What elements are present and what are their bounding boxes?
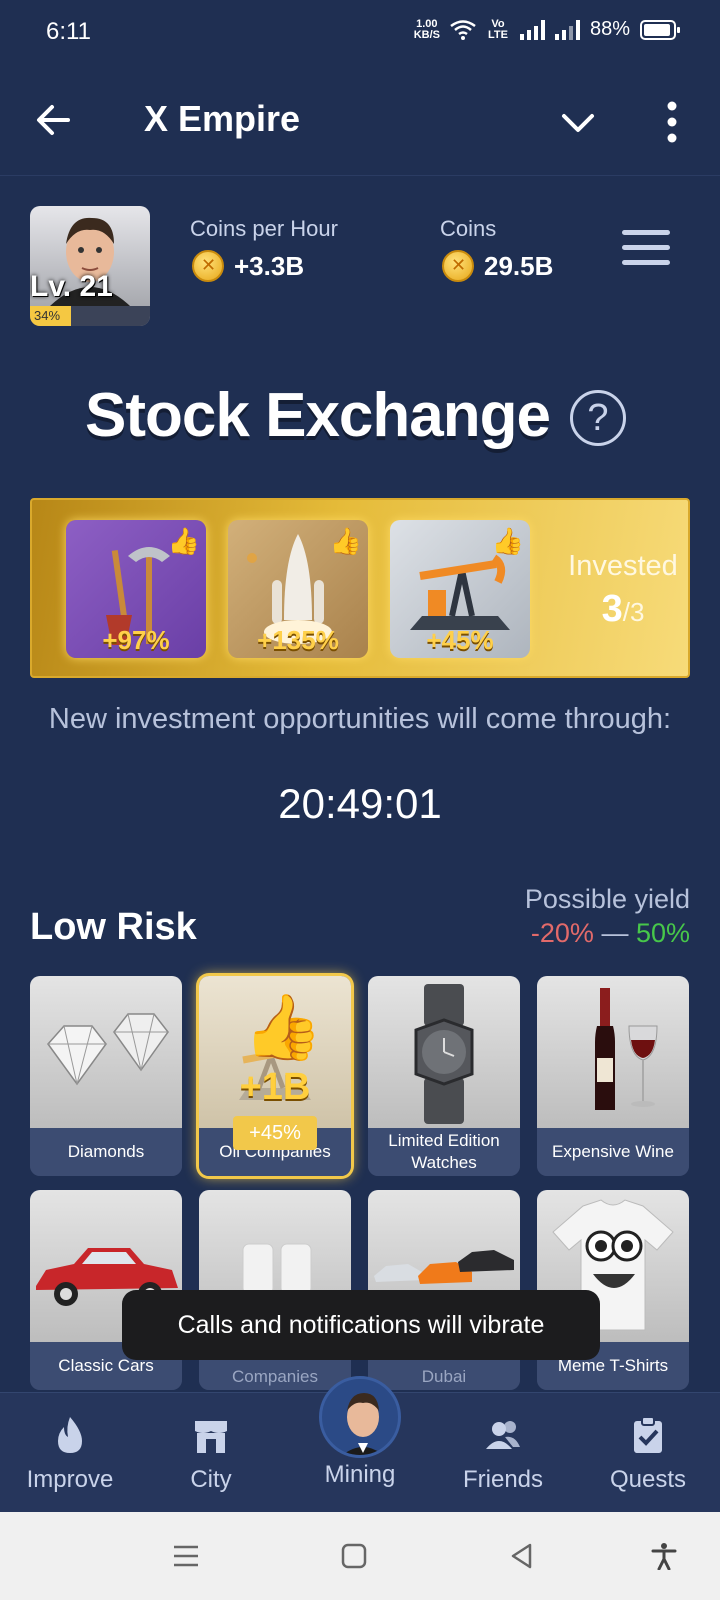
toast-message: Calls and notifications will vibrate xyxy=(122,1290,600,1360)
coins-per-hour-label: Coins per Hour xyxy=(190,216,338,241)
friends-icon xyxy=(486,1421,520,1449)
help-icon[interactable]: ? xyxy=(570,390,626,446)
invested-slot-tools[interactable]: 👍 +97% xyxy=(66,520,206,658)
app-bar: X Empire xyxy=(0,64,720,176)
hamburger-menu-icon[interactable] xyxy=(622,230,670,270)
yield-range: -20% — 50% xyxy=(530,918,690,948)
coin-icon xyxy=(442,250,474,282)
watch-icon xyxy=(414,984,474,1124)
player-level: Lv. 21 xyxy=(30,270,113,303)
coins-per-hour-value: +3.3B xyxy=(234,250,305,281)
network-speed: 1.00 KB/S xyxy=(413,17,440,41)
player-avatar[interactable]: Lv. 21 34% xyxy=(30,206,150,326)
investment-notice: New investment opportunities will come t… xyxy=(48,703,672,735)
flame-icon xyxy=(58,1417,82,1453)
invested-slot-rocket[interactable]: 👍 +135% xyxy=(228,520,368,658)
boost-percent: +45% xyxy=(233,1116,317,1150)
nav-friends[interactable]: Friends xyxy=(433,1415,573,1494)
card-label: Limited Edition Watches xyxy=(368,1128,520,1176)
thumbs-up-icon: 👍 xyxy=(243,991,323,1063)
invested-slot-oil[interactable]: 👍 +45% xyxy=(390,520,530,658)
diamond-icon xyxy=(47,1013,169,1086)
investment-card-oil-companies[interactable]: 👍 +1B Oil Companies +45% xyxy=(199,976,351,1176)
level-progress-bar: 34% xyxy=(30,306,150,326)
wifi-icon xyxy=(450,19,476,40)
system-navigation-bar xyxy=(0,1512,720,1600)
level-progress-label: 34% xyxy=(34,308,61,323)
countdown-timer: 20:49:01 xyxy=(278,780,442,827)
page-title: Stock Exchange xyxy=(85,381,551,450)
back-icon[interactable] xyxy=(508,1542,536,1570)
yield-label: Possible yield xyxy=(524,884,690,914)
chevron-down-icon[interactable] xyxy=(558,102,598,142)
coins-balance: 29.5B xyxy=(442,250,553,282)
nav-improve[interactable]: Improve xyxy=(0,1415,140,1494)
coins-per-hour: +3.3B xyxy=(192,250,304,282)
coins-value: 29.5B xyxy=(484,250,554,281)
status-time: 6:11 xyxy=(46,18,91,45)
battery-percent: 88% xyxy=(589,18,630,40)
section-title: Low Risk xyxy=(30,906,197,948)
invested-label: Invested xyxy=(568,550,678,582)
thumbs-up-icon: 👍 xyxy=(491,526,524,556)
home-icon[interactable] xyxy=(340,1542,368,1570)
invested-count: 3/3 xyxy=(601,588,645,630)
nav-city[interactable]: City xyxy=(141,1415,281,1494)
coin-up-icon xyxy=(192,250,224,282)
boost-value: +1B xyxy=(239,1066,311,1108)
store-icon xyxy=(195,1421,227,1453)
status-icons: 1.00 KB/S Vo LTE 88% xyxy=(413,17,680,41)
coins-label: Coins xyxy=(440,216,497,241)
battery-icon xyxy=(640,19,680,40)
thumbs-up-icon: 👍 xyxy=(167,526,200,556)
signal-icon xyxy=(519,19,545,40)
mining-avatar[interactable] xyxy=(319,1376,401,1458)
slot-bonus: +45% xyxy=(426,625,494,655)
recent-apps-icon[interactable] xyxy=(172,1542,200,1570)
clipboard-check-icon xyxy=(634,1416,662,1453)
signal-icon xyxy=(554,19,580,40)
volte-badge: Vo LTE xyxy=(487,17,508,41)
thumbs-up-icon: 👍 xyxy=(329,526,362,556)
accessibility-icon[interactable] xyxy=(650,1542,678,1570)
card-label: Expensive Wine xyxy=(537,1128,689,1176)
wine-bottle-icon xyxy=(595,988,658,1110)
investment-card-diamonds[interactable]: Diamonds xyxy=(30,976,182,1176)
slot-bonus: +135% xyxy=(257,625,339,655)
slot-bonus: +97% xyxy=(102,625,170,655)
investment-card-watches[interactable]: Limited Edition Watches xyxy=(368,976,520,1176)
more-options-icon[interactable] xyxy=(658,100,686,144)
card-label: Diamonds xyxy=(30,1128,182,1176)
app-title: X Empire xyxy=(144,98,301,139)
back-arrow-icon[interactable] xyxy=(34,100,74,140)
invested-banner: 👍 +97% 👍 +135% 👍 +45% Invested 3/3 xyxy=(30,498,690,678)
status-bar: 6:11 1.00 KB/S Vo LTE 88% xyxy=(0,0,720,64)
investment-card-wine[interactable]: Expensive Wine xyxy=(537,976,689,1176)
nav-quests[interactable]: Quests xyxy=(578,1415,718,1494)
